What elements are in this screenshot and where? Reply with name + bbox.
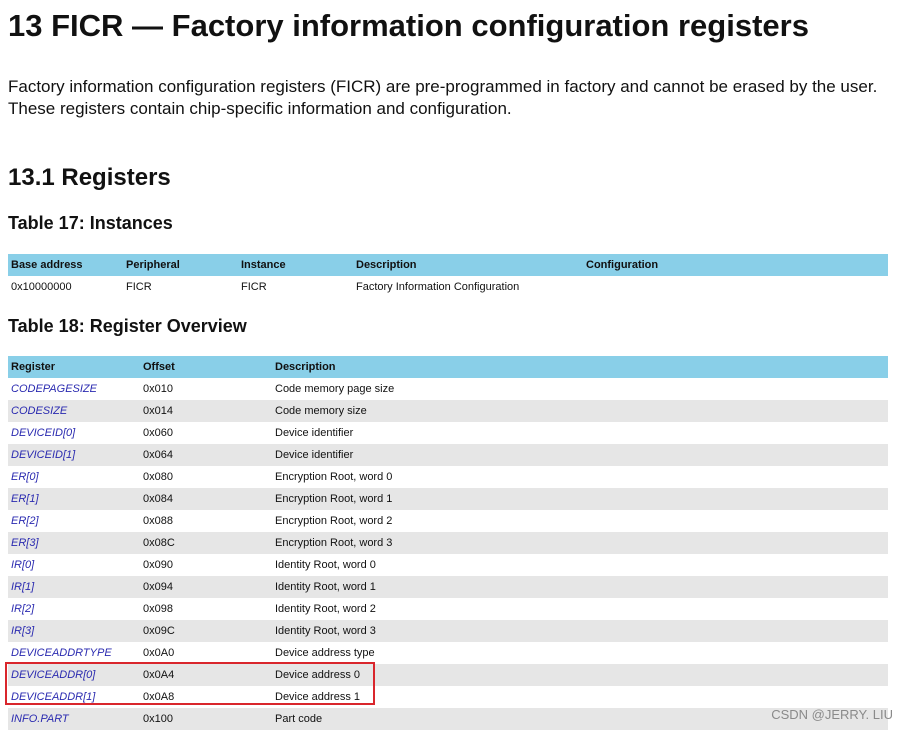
header-configuration: Configuration [583, 254, 888, 276]
header-instance: Instance [238, 254, 353, 276]
offset-cell: 0x084 [140, 488, 272, 510]
register-link-ir-3[interactable]: IR[3] [11, 625, 34, 637]
description-cell: Identity Root, word 0 [272, 554, 888, 576]
register-link-ir-0[interactable]: IR[0] [11, 559, 34, 571]
register-link-ir-2[interactable]: IR[2] [11, 603, 34, 615]
offset-cell: 0x080 [140, 466, 272, 488]
document-page: 13 FICR — Factory information configurat… [0, 0, 907, 731]
table-header-row: Base address Peripheral Instance Descrip… [8, 254, 888, 276]
watermark: CSDN @JERRY. LIU [771, 707, 893, 722]
description-cell: Device address type [272, 642, 888, 664]
offset-cell: 0x064 [140, 444, 272, 466]
header-description: Description [353, 254, 583, 276]
table-header-row: Register Offset Description [8, 356, 888, 378]
instances-table: Base address Peripheral Instance Descrip… [8, 254, 888, 298]
offset-cell: 0x094 [140, 576, 272, 598]
table-row: ER[3] 0x08C Encryption Root, word 3 [8, 532, 888, 554]
offset-cell: 0x09C [140, 620, 272, 642]
table-row: ER[2] 0x088 Encryption Root, word 2 [8, 510, 888, 532]
description-cell: Code memory page size [272, 378, 888, 400]
description-cell: Encryption Root, word 2 [272, 510, 888, 532]
offset-cell: 0x014 [140, 400, 272, 422]
table-18-caption: Table 18: Register Overview [8, 316, 247, 336]
table-row: DEVICEADDRTYPE 0x0A0 Device address type [8, 642, 888, 664]
base-address-cell: 0x10000000 [11, 281, 72, 293]
offset-cell: 0x090 [140, 554, 272, 576]
table-row: DEVICEID[1] 0x064 Device identifier [8, 444, 888, 466]
register-link-er-0[interactable]: ER[0] [11, 471, 39, 483]
header-peripheral: Peripheral [123, 254, 238, 276]
table-row: 0x10000000 FICR FICR Factory Information… [8, 276, 888, 298]
configuration-cell [583, 276, 888, 298]
description-cell: Encryption Root, word 1 [272, 488, 888, 510]
offset-cell: 0x060 [140, 422, 272, 444]
table-row: IR[3] 0x09C Identity Root, word 3 [8, 620, 888, 642]
header-offset: Offset [140, 356, 272, 378]
peripheral-cell: FICR [126, 281, 152, 293]
description-cell: Identity Root, word 2 [272, 598, 888, 620]
instance-cell: FICR [241, 281, 267, 293]
register-link-deviceaddrtype[interactable]: DEVICEADDRTYPE [11, 647, 112, 659]
intro-paragraph: Factory information configuration regist… [8, 77, 878, 118]
header-register: Register [8, 356, 140, 378]
table-17-caption: Table 17: Instances [8, 213, 173, 233]
description-cell: Encryption Root, word 3 [272, 532, 888, 554]
description-cell: Identity Root, word 3 [272, 620, 888, 642]
table-row: CODEPAGESIZE 0x010 Code memory page size [8, 378, 888, 400]
section-title: 13.1 Registers [8, 164, 171, 191]
offset-cell: 0x100 [140, 708, 272, 730]
register-link-er-1[interactable]: ER[1] [11, 493, 39, 505]
table-row: CODESIZE 0x014 Code memory size [8, 400, 888, 422]
register-link-codepagesize[interactable]: CODEPAGESIZE [11, 383, 97, 395]
table-row: ER[1] 0x084 Encryption Root, word 1 [8, 488, 888, 510]
description-cell: Device identifier [272, 422, 888, 444]
offset-cell: 0x08C [140, 532, 272, 554]
register-link-deviceid-0[interactable]: DEVICEID[0] [11, 427, 75, 439]
register-link-codesize[interactable]: CODESIZE [11, 405, 67, 417]
header-description: Description [272, 356, 888, 378]
description-cell: Identity Root, word 1 [272, 576, 888, 598]
description-cell: Device identifier [272, 444, 888, 466]
highlight-annotation-box [5, 662, 375, 705]
register-link-er-2[interactable]: ER[2] [11, 515, 39, 527]
offset-cell: 0x098 [140, 598, 272, 620]
register-link-info-part[interactable]: INFO.PART [11, 713, 69, 725]
register-link-ir-1[interactable]: IR[1] [11, 581, 34, 593]
description-cell: Code memory size [272, 400, 888, 422]
page-title: 13 FICR — Factory information configurat… [8, 8, 809, 43]
table-row: ER[0] 0x080 Encryption Root, word 0 [8, 466, 888, 488]
header-base-address: Base address [8, 254, 123, 276]
table-row: IR[2] 0x098 Identity Root, word 2 [8, 598, 888, 620]
description-cell: Factory Information Configuration [356, 281, 520, 293]
table-row: IR[0] 0x090 Identity Root, word 0 [8, 554, 888, 576]
offset-cell: 0x010 [140, 378, 272, 400]
offset-cell: 0x0A0 [140, 642, 272, 664]
description-cell: Encryption Root, word 0 [272, 466, 888, 488]
table-row: IR[1] 0x094 Identity Root, word 1 [8, 576, 888, 598]
table-row: DEVICEID[0] 0x060 Device identifier [8, 422, 888, 444]
register-link-er-3[interactable]: ER[3] [11, 537, 39, 549]
offset-cell: 0x088 [140, 510, 272, 532]
table-row: INFO.PART 0x100 Part code [8, 708, 888, 730]
register-link-deviceid-1[interactable]: DEVICEID[1] [11, 449, 75, 461]
